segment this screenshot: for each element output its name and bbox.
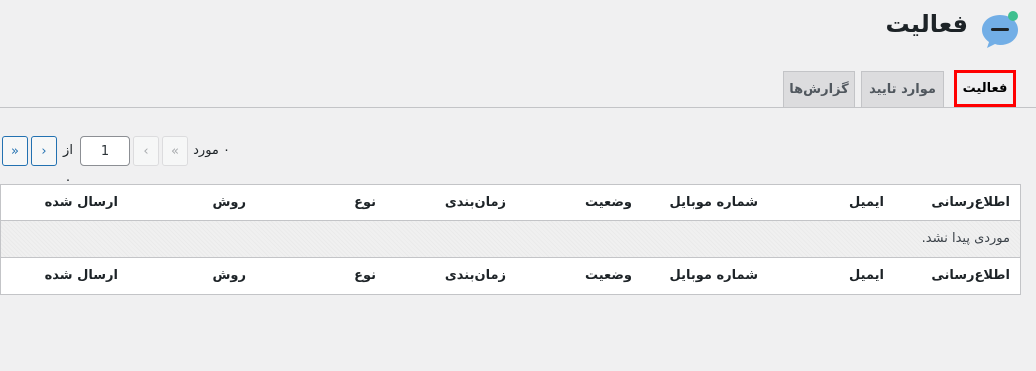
table-header-row: اطلاع‌رسانی ایمیل شماره موبایل وضعیت زما… <box>1 185 1020 221</box>
table-footer-row: اطلاع‌رسانی ایمیل شماره موبایل وضعیت زما… <box>1 257 1020 294</box>
first-page-button: « <box>162 136 188 166</box>
column-header-method[interactable]: روش <box>212 185 246 221</box>
column-footer-schedule[interactable]: زمان‌بندی <box>445 258 506 294</box>
column-header-email[interactable]: ایمیل <box>849 185 884 221</box>
column-header-schedule[interactable]: زمان‌بندی <box>445 185 506 221</box>
tab-reports[interactable]: گزارش‌ها <box>783 71 855 107</box>
column-footer-email[interactable]: ایمیل <box>849 258 884 294</box>
pagination: » › از ۰ ‹ « ۰ مورد <box>0 136 230 188</box>
column-footer-mobile[interactable]: شماره موبایل <box>669 258 758 294</box>
chat-bubble-icon <box>982 11 1018 48</box>
column-header-sent[interactable]: ارسال شده <box>45 185 118 221</box>
column-footer-sent[interactable]: ارسال شده <box>45 258 118 294</box>
empty-message: موردی پیدا نشد. <box>921 231 1010 246</box>
column-footer-status[interactable]: وضعیت <box>585 258 632 294</box>
tab-approved-items[interactable]: موارد تایید <box>861 71 944 107</box>
column-footer-notification[interactable]: اطلاع‌رسانی <box>931 258 1010 294</box>
column-header-type[interactable]: نوع <box>354 185 376 221</box>
column-header-notification[interactable]: اطلاع‌رسانی <box>931 185 1010 221</box>
tab-activity[interactable]: فعالیت <box>954 70 1016 107</box>
column-header-mobile[interactable]: شماره موبایل <box>669 185 758 221</box>
next-page-button[interactable]: › <box>31 136 57 166</box>
last-page-button[interactable]: » <box>2 136 28 166</box>
column-header-status[interactable]: وضعیت <box>585 185 632 221</box>
column-footer-type[interactable]: نوع <box>354 258 376 294</box>
tabs-divider <box>0 107 1036 108</box>
items-count: ۰ مورد <box>193 143 230 158</box>
prev-page-button: ‹ <box>133 136 159 166</box>
page-title: فعالیت <box>885 10 969 38</box>
activity-table: اطلاع‌رسانی ایمیل شماره موبایل وضعیت زما… <box>0 184 1021 295</box>
current-page-input[interactable] <box>80 136 130 166</box>
column-footer-method[interactable]: روش <box>212 258 246 294</box>
page-total-label: از ۰ <box>63 143 73 188</box>
empty-row: موردی پیدا نشد. <box>1 221 1020 257</box>
